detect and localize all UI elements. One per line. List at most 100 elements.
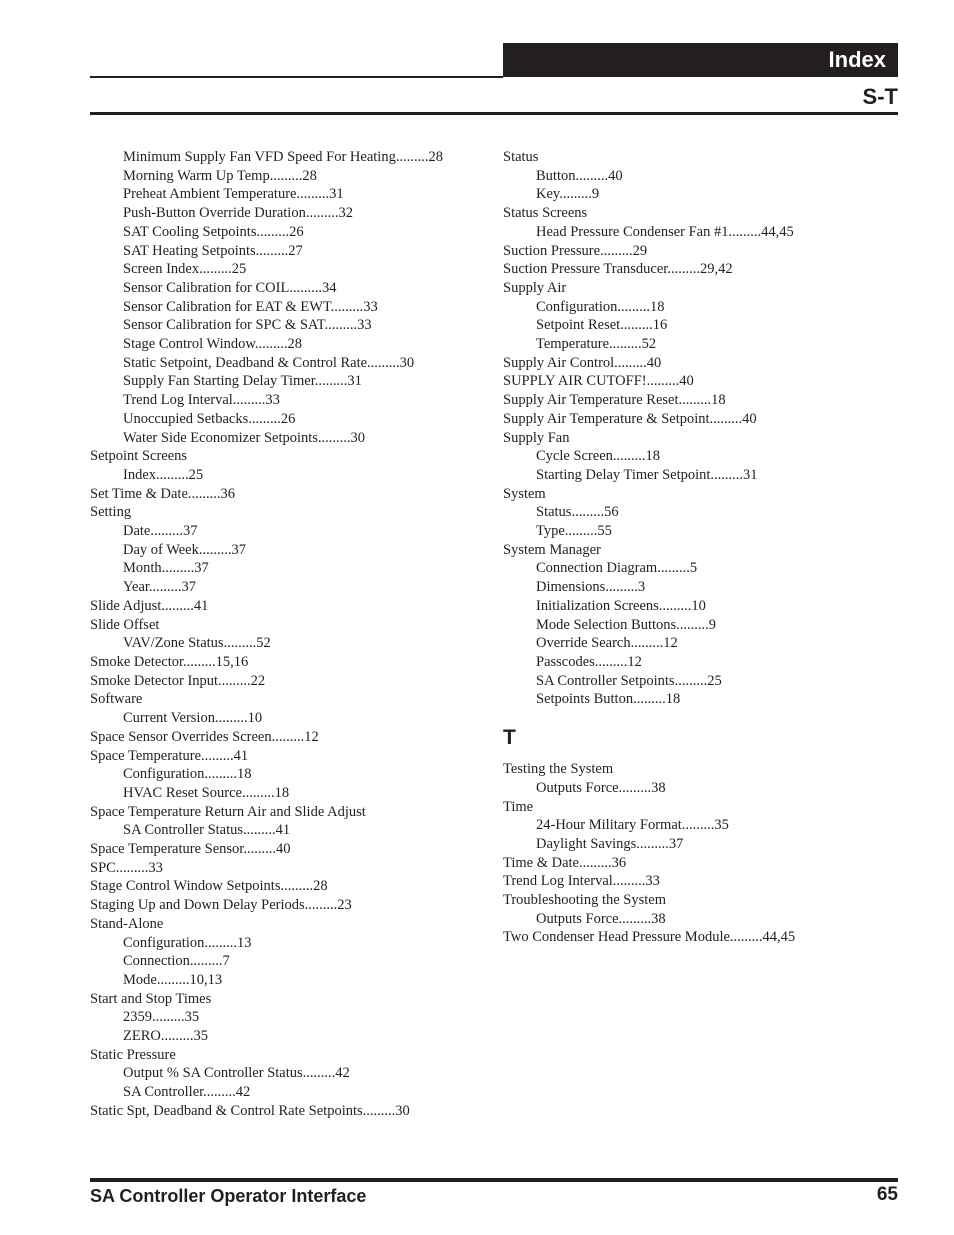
index-entry: Start and Stop Times <box>90 990 212 1007</box>
index-subentry: SA Controller.........42 <box>123 1084 251 1101</box>
index-entry: Suction Pressure.........29 <box>503 242 648 259</box>
index-subentry: Initialization Screens.........10 <box>536 597 706 614</box>
index-entry: Slide Offset <box>90 616 160 633</box>
index-subentry: Mode.........10,13 <box>123 971 223 988</box>
index-entry: Time <box>503 798 534 815</box>
index-entry: Stage Control Window Setpoints.........2… <box>90 878 328 895</box>
index-entry: Space Temperature Sensor.........40 <box>90 841 291 858</box>
index-subentry: Preheat Ambient Temperature.........31 <box>123 186 344 203</box>
index-subentry: Sensor Calibration for EAT & EWT........… <box>123 298 378 315</box>
index-subentry: SA Controller Setpoints.........25 <box>536 672 722 689</box>
index-entry: Slide Adjust.........41 <box>90 597 209 614</box>
footer-doc-title: SA Controller Operator Interface <box>90 1186 367 1206</box>
index-subentry: Output % SA Controller Status.........42 <box>123 1065 350 1082</box>
section-s-continued: Status Button.........40 Key.........9 Stat… <box>503 148 903 709</box>
index-entry: Two Condenser Head Pressure Module......… <box>503 929 796 946</box>
index-entry: Time & Date.........36 <box>503 854 627 871</box>
index-subentry: Configuration.........13 <box>123 934 252 951</box>
index-subentry: Cycle Screen.........18 <box>536 448 661 465</box>
index-subentry: Mode Selection Buttons.........9 <box>536 616 717 633</box>
index-entry: Setpoint Screens <box>90 448 188 465</box>
index-subentry: Unoccupied Setbacks.........26 <box>123 410 296 427</box>
index-subentry: Button.........40 <box>536 167 623 184</box>
index-entry: Space Temperature Return Air and Slide A… <box>90 803 366 820</box>
index-subentry: Connection.........7 <box>123 953 230 970</box>
index-subentry: Status.........56 <box>536 504 619 521</box>
index-entry: SUPPLY AIR CUTOFF!.........40 <box>503 373 694 390</box>
index-subentry: Day of Week.........37 <box>123 541 246 558</box>
index-entry: Status <box>503 149 539 165</box>
index-entry: Troubleshooting the System <box>503 892 667 909</box>
index-entry: Smoke Detector.........15,16 <box>90 653 249 670</box>
index-subentry: Morning Warm Up Temp.........28 <box>123 167 317 184</box>
index-subentry: Month.........37 <box>123 560 209 577</box>
index-entry: Status Screens <box>503 205 588 222</box>
index-entry: Supply Air Temperature & Setpoint.......… <box>503 410 757 427</box>
index-subentry: Minimum Supply Fan VFD Speed For Heating… <box>123 149 443 165</box>
index-entry: Staging Up and Down Delay Periods.......… <box>90 897 352 914</box>
index-entry: System Manager <box>503 541 601 558</box>
index-subentry: SAT Heating Setpoints.........27 <box>123 242 303 259</box>
index-subentry: Override Search.........12 <box>536 635 678 652</box>
index-entry: Supply Air <box>503 279 567 296</box>
section-t-entries: Testing the System Outputs Force.........… <box>503 760 903 947</box>
index-subentry: Sensor Calibration for SPC & SAT........… <box>123 317 372 334</box>
index-subentry: Trend Log Interval.........33 <box>123 392 280 409</box>
index-subentry: 2359.........35 <box>123 1009 200 1026</box>
index-entry: SPC.........33 <box>90 859 163 876</box>
page-number: 65 <box>876 1184 898 1205</box>
index-subentry: Current Version.........10 <box>123 710 263 727</box>
index-subentry: Configuration.........18 <box>536 298 665 315</box>
index-subentry: Water Side Economizer Setpoints.........… <box>123 429 366 446</box>
index-entry: Static Pressure <box>90 1046 176 1063</box>
index-subentry: Stage Control Window.........28 <box>123 336 303 353</box>
index-subentry: Setpoint Reset.........16 <box>536 317 668 334</box>
index-entry: Static Spt, Deadband & Control Rate Setp… <box>90 1102 410 1119</box>
index-right-column: Status Button.........40 Key.........9 Stat… <box>503 148 903 947</box>
header-rule-top <box>90 76 503 78</box>
index-subentry: Index.........25 <box>123 466 204 483</box>
index-subentry: Type.........55 <box>536 523 612 540</box>
index-entry: Smoke Detector Input.........22 <box>90 672 266 689</box>
index-entry: Stand-Alone <box>90 915 164 932</box>
index-subentry: Setpoints Button.........18 <box>536 691 681 708</box>
header-section-range: S-T <box>862 84 898 109</box>
index-entry: Supply Fan <box>503 429 570 446</box>
index-subentry: Sensor Calibration for COIL.........34 <box>123 279 337 296</box>
index-subentry: ZERO.........35 <box>123 1028 208 1045</box>
index-subentry: Dimensions.........3 <box>536 579 646 596</box>
index-subentry: Push-Button Override Duration.........32 <box>123 205 353 222</box>
index-subentry: Screen Index.........25 <box>123 261 247 278</box>
index-subentry: Connection Diagram.........5 <box>536 560 698 577</box>
footer-rule <box>90 1178 898 1182</box>
index-subentry: Year.........37 <box>123 579 197 596</box>
index-subentry: Daylight Savings.........37 <box>536 835 684 852</box>
index-subentry: SAT Cooling Setpoints.........26 <box>123 223 304 240</box>
index-entry: Set Time & Date.........36 <box>90 485 236 502</box>
index-subentry: 24-Hour Military Format.........35 <box>536 817 729 834</box>
index-entry: Suction Pressure Transducer.........29,4… <box>503 261 733 278</box>
index-entry: Trend Log Interval.........33 <box>503 873 660 890</box>
index-subentry: SA Controller Status.........41 <box>123 822 291 839</box>
index-subentry: Head Pressure Condenser Fan #1.........4… <box>536 223 794 240</box>
index-subentry: HVAC Reset Source.........18 <box>123 784 290 801</box>
index-entry: Testing the System <box>503 761 614 778</box>
index-subentry: Key.........9 <box>536 186 600 203</box>
index-entry: Setting <box>90 504 132 521</box>
index-subentry: Outputs Force.........38 <box>536 779 666 796</box>
index-entry: System <box>503 485 546 502</box>
index-subentry: Starting Delay Timer Setpoint.........31 <box>536 466 758 483</box>
index-subentry: Configuration.........18 <box>123 766 252 783</box>
index-entry: Space Temperature.........41 <box>90 747 249 764</box>
index-subentry: Outputs Force.........38 <box>536 910 666 927</box>
index-entry: Supply Air Control.........40 <box>503 354 662 371</box>
index-subentry: Date.........37 <box>123 523 198 540</box>
index-entry: Space Sensor Overrides Screen.........12 <box>90 728 319 745</box>
index-subentry: Static Setpoint, Deadband & Control Rate… <box>123 354 415 371</box>
index-subentry: VAV/Zone Status.........52 <box>123 635 271 652</box>
index-entry: Supply Air Temperature Reset.........18 <box>503 392 726 409</box>
section-heading-t: T <box>503 726 516 750</box>
index-subentry: Passcodes.........12 <box>536 653 642 670</box>
index-subentry: Supply Fan Starting Delay Timer.........… <box>123 373 362 390</box>
header-rule-bottom <box>90 112 898 115</box>
